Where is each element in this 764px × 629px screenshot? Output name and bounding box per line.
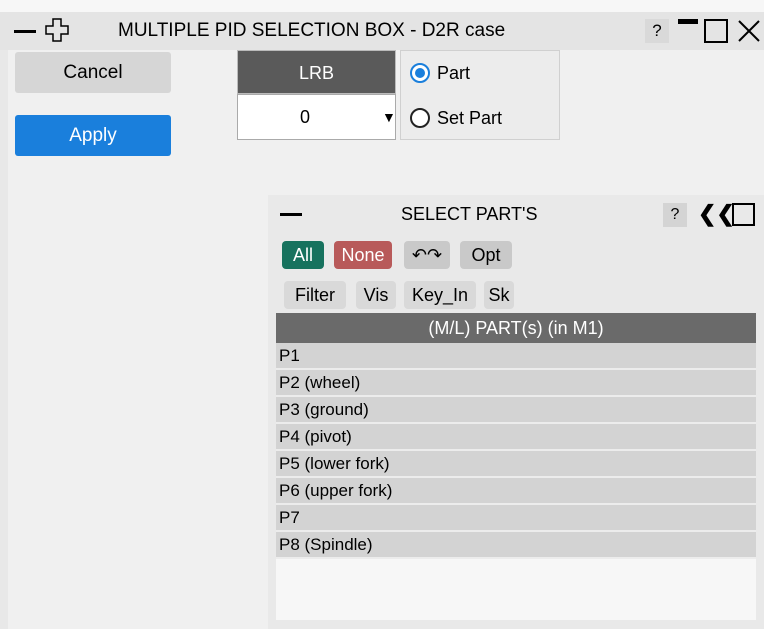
lrb-dropdown[interactable]: 0 ▼	[237, 94, 396, 140]
filter-button[interactable]: Filter	[284, 281, 346, 309]
list-item[interactable]: P1	[276, 343, 756, 370]
options-button[interactable]: Opt	[460, 241, 512, 269]
set-part-radio[interactable]	[410, 108, 430, 128]
select-parts-header: SELECT PART'S ? ❮❮	[268, 195, 764, 233]
lrb-header: LRB	[237, 50, 396, 94]
maximize-icon[interactable]	[732, 203, 755, 226]
swap-selection-icon[interactable]: ↶↷	[404, 241, 450, 269]
part-radio-label[interactable]: Part	[437, 63, 470, 84]
lrb-value: 0	[300, 107, 311, 127]
pid-selection-window: MULTIPLE PID SELECTION BOX - D2R case ? …	[0, 0, 764, 629]
set-part-radio-label[interactable]: Set Part	[437, 108, 502, 129]
minimize-panel-icon[interactable]	[280, 213, 302, 216]
close-icon[interactable]	[736, 18, 762, 44]
minimize-icon[interactable]	[678, 19, 698, 24]
list-item[interactable]: P5 (lower fork)	[276, 451, 756, 478]
select-parts-panel: SELECT PART'S ? ❮❮ All None ↶↷ Opt Filte…	[268, 195, 764, 629]
parts-list[interactable]: P1 P2 (wheel) P3 (ground) P4 (pivot) P5 …	[276, 343, 756, 620]
maximize-icon[interactable]	[704, 19, 728, 43]
window-titlebar: MULTIPLE PID SELECTION BOX - D2R case ?	[0, 12, 764, 50]
select-parts-help-button[interactable]: ?	[663, 203, 687, 227]
list-item[interactable]: P3 (ground)	[276, 397, 756, 424]
collapse-chevron-icon[interactable]: ❮❮	[698, 201, 735, 227]
cancel-button[interactable]: Cancel	[15, 52, 171, 93]
list-item[interactable]: P7	[276, 505, 756, 532]
sketch-button[interactable]: Sk	[484, 281, 514, 309]
minimize-panel-icon[interactable]	[14, 30, 36, 33]
window-title: MULTIPLE PID SELECTION BOX - D2R case	[118, 20, 506, 41]
type-radio-group: Part Set Part	[400, 50, 560, 140]
select-all-button[interactable]: All	[282, 241, 324, 269]
select-none-button[interactable]: None	[334, 241, 392, 269]
list-item[interactable]: P2 (wheel)	[276, 370, 756, 397]
move-cross-icon[interactable]	[44, 17, 70, 43]
key-in-button[interactable]: Key_In	[404, 281, 476, 309]
apply-button[interactable]: Apply	[15, 115, 171, 156]
help-button[interactable]: ?	[645, 19, 669, 43]
list-item[interactable]: P4 (pivot)	[276, 424, 756, 451]
left-edge-bar	[0, 50, 8, 629]
dropdown-arrow-icon: ▼	[382, 109, 396, 125]
window-top-strip	[0, 0, 764, 12]
select-parts-title: SELECT PART'S	[401, 204, 538, 224]
list-item[interactable]: P6 (upper fork)	[276, 478, 756, 505]
list-item[interactable]: P8 (Spindle)	[276, 532, 756, 559]
visible-button[interactable]: Vis	[356, 281, 396, 309]
parts-list-header: (M/L) PART(s) (in M1)	[276, 313, 756, 343]
part-radio[interactable]	[410, 63, 430, 83]
radio-selected-dot	[415, 68, 425, 78]
